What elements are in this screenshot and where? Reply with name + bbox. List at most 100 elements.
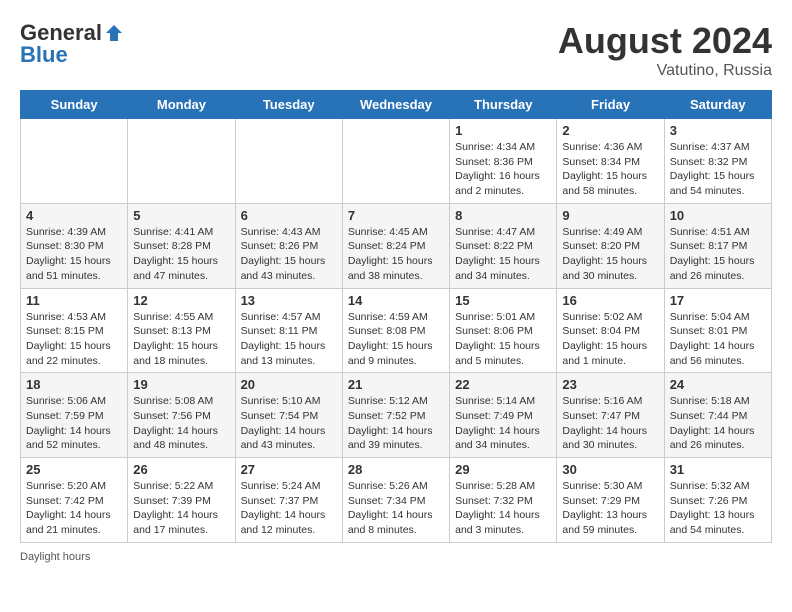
calendar-cell: 3 Sunrise: 4:37 AM Sunset: 8:32 PM Daylig… <box>664 119 771 204</box>
day-info: Sunrise: 4:37 AM Sunset: 8:32 PM Dayligh… <box>670 140 766 199</box>
day-number: 14 <box>348 293 444 308</box>
calendar-cell: 14 Sunrise: 4:59 AM Sunset: 8:08 PM Dayli… <box>342 288 449 373</box>
day-info: Sunrise: 5:26 AM Sunset: 7:34 PM Dayligh… <box>348 479 444 538</box>
day-number: 12 <box>133 293 229 308</box>
main-title: August 2024 <box>558 20 772 62</box>
calendar-table: SundayMondayTuesdayWednesdayThursdayFrid… <box>20 90 772 543</box>
day-info: Sunrise: 4:53 AM Sunset: 8:15 PM Dayligh… <box>26 310 122 369</box>
calendar-week-5: 25Sunrise: 5:20 AM Sunset: 7:42 PM Dayli… <box>21 458 772 543</box>
day-number: 26 <box>133 462 229 477</box>
day-info: Sunrise: 4:47 AM Sunset: 8:22 PM Dayligh… <box>455 225 551 284</box>
day-info: Sunrise: 4:45 AM Sunset: 8:24 PM Dayligh… <box>348 225 444 284</box>
day-number: 23 <box>562 377 658 392</box>
calendar-cell: 8 Sunrise: 4:47 AM Sunset: 8:22 PM Daylig… <box>450 203 557 288</box>
day-info: Sunrise: 4:39 AM Sunset: 8:30 PM Dayligh… <box>26 225 122 284</box>
day-number: 17 <box>670 293 766 308</box>
calendar-cell: 23 Sunrise: 5:16 AM Sunset: 7:47 PM Dayli… <box>557 373 664 458</box>
day-info: Sunrise: 5:24 AM Sunset: 7:37 PM Dayligh… <box>241 479 337 538</box>
day-number: 4 <box>26 208 122 223</box>
calendar-cell: 19Sunrise: 5:08 AM Sunset: 7:56 PM Dayli… <box>128 373 235 458</box>
calendar-header-monday: Monday <box>128 91 235 119</box>
day-info: Sunrise: 5:01 AM Sunset: 8:06 PM Dayligh… <box>455 310 551 369</box>
calendar-cell: 7 Sunrise: 4:45 AM Sunset: 8:24 PM Daylig… <box>342 203 449 288</box>
day-number: 7 <box>348 208 444 223</box>
day-info: Sunrise: 5:14 AM Sunset: 7:49 PM Dayligh… <box>455 394 551 453</box>
day-number: 30 <box>562 462 658 477</box>
calendar-cell: 4 Sunrise: 4:39 AM Sunset: 8:30 PM Daylig… <box>21 203 128 288</box>
day-number: 1 <box>455 123 551 138</box>
day-number: 6 <box>241 208 337 223</box>
calendar-header-sunday: Sunday <box>21 91 128 119</box>
calendar-cell: 13 Sunrise: 4:57 AM Sunset: 8:11 PM Dayli… <box>235 288 342 373</box>
day-number: 27 <box>241 462 337 477</box>
calendar-header-thursday: Thursday <box>450 91 557 119</box>
day-number: 22 <box>455 377 551 392</box>
day-number: 13 <box>241 293 337 308</box>
calendar-header-tuesday: Tuesday <box>235 91 342 119</box>
day-info: Sunrise: 5:06 AM Sunset: 7:59 PM Dayligh… <box>26 394 122 453</box>
day-number: 2 <box>562 123 658 138</box>
day-info: Sunrise: 4:43 AM Sunset: 8:26 PM Dayligh… <box>241 225 337 284</box>
calendar-cell: 20 Sunrise: 5:10 AM Sunset: 7:54 PM Dayli… <box>235 373 342 458</box>
day-info: Sunrise: 4:57 AM Sunset: 8:11 PM Dayligh… <box>241 310 337 369</box>
day-info: Sunrise: 5:28 AM Sunset: 7:32 PM Dayligh… <box>455 479 551 538</box>
calendar-cell: 28Sunrise: 5:26 AM Sunset: 7:34 PM Dayli… <box>342 458 449 543</box>
calendar-cell: 30Sunrise: 5:30 AM Sunset: 7:29 PM Dayli… <box>557 458 664 543</box>
day-info: Sunrise: 5:12 AM Sunset: 7:52 PM Dayligh… <box>348 394 444 453</box>
day-info: Sunrise: 4:55 AM Sunset: 8:13 PM Dayligh… <box>133 310 229 369</box>
calendar-cell: 25Sunrise: 5:20 AM Sunset: 7:42 PM Dayli… <box>21 458 128 543</box>
calendar-week-3: 11 Sunrise: 4:53 AM Sunset: 8:15 PM Dayli… <box>21 288 772 373</box>
calendar-header-row: SundayMondayTuesdayWednesdayThursdayFrid… <box>21 91 772 119</box>
day-number: 18 <box>26 377 122 392</box>
calendar-cell: 18 Sunrise: 5:06 AM Sunset: 7:59 PM Dayli… <box>21 373 128 458</box>
calendar-week-4: 18 Sunrise: 5:06 AM Sunset: 7:59 PM Dayli… <box>21 373 772 458</box>
calendar-cell <box>342 119 449 204</box>
day-number: 21 <box>348 377 444 392</box>
calendar-cell: 17 Sunrise: 5:04 AM Sunset: 8:01 PM Dayli… <box>664 288 771 373</box>
day-number: 19 <box>133 377 229 392</box>
calendar-cell: 9Sunrise: 4:49 AM Sunset: 8:20 PM Daylig… <box>557 203 664 288</box>
subtitle: Vatutino, Russia <box>558 62 772 80</box>
day-number: 24 <box>670 377 766 392</box>
day-number: 3 <box>670 123 766 138</box>
logo-icon <box>104 23 124 43</box>
calendar-week-1: 1 Sunrise: 4:34 AM Sunset: 8:36 PM Daylig… <box>21 119 772 204</box>
day-info: Sunrise: 4:49 AM Sunset: 8:20 PM Dayligh… <box>562 225 658 284</box>
day-info: Sunrise: 4:59 AM Sunset: 8:08 PM Dayligh… <box>348 310 444 369</box>
day-number: 15 <box>455 293 551 308</box>
day-number: 20 <box>241 377 337 392</box>
day-info: Sunrise: 5:16 AM Sunset: 7:47 PM Dayligh… <box>562 394 658 453</box>
calendar-header-friday: Friday <box>557 91 664 119</box>
day-info: Sunrise: 4:34 AM Sunset: 8:36 PM Dayligh… <box>455 140 551 199</box>
logo: General Blue <box>20 20 124 68</box>
calendar-cell: 6 Sunrise: 4:43 AM Sunset: 8:26 PM Daylig… <box>235 203 342 288</box>
day-number: 11 <box>26 293 122 308</box>
calendar-cell <box>128 119 235 204</box>
calendar-cell <box>21 119 128 204</box>
day-info: Sunrise: 5:10 AM Sunset: 7:54 PM Dayligh… <box>241 394 337 453</box>
calendar-cell: 1 Sunrise: 4:34 AM Sunset: 8:36 PM Daylig… <box>450 119 557 204</box>
calendar-cell: 10 Sunrise: 4:51 AM Sunset: 8:17 PM Dayli… <box>664 203 771 288</box>
day-number: 8 <box>455 208 551 223</box>
day-info: Sunrise: 5:32 AM Sunset: 7:26 PM Dayligh… <box>670 479 766 538</box>
calendar-cell: 31 Sunrise: 5:32 AM Sunset: 7:26 PM Dayli… <box>664 458 771 543</box>
calendar-header-saturday: Saturday <box>664 91 771 119</box>
calendar-cell: 24 Sunrise: 5:18 AM Sunset: 7:44 PM Dayli… <box>664 373 771 458</box>
day-info: Sunrise: 5:18 AM Sunset: 7:44 PM Dayligh… <box>670 394 766 453</box>
day-info: Sunrise: 4:41 AM Sunset: 8:28 PM Dayligh… <box>133 225 229 284</box>
calendar-header-wednesday: Wednesday <box>342 91 449 119</box>
day-number: 31 <box>670 462 766 477</box>
calendar-cell: 22 Sunrise: 5:14 AM Sunset: 7:49 PM Dayli… <box>450 373 557 458</box>
day-number: 29 <box>455 462 551 477</box>
day-number: 10 <box>670 208 766 223</box>
calendar-cell: 2Sunrise: 4:36 AM Sunset: 8:34 PM Daylig… <box>557 119 664 204</box>
footer-note: Daylight hours <box>20 551 772 563</box>
calendar-cell: 26 Sunrise: 5:22 AM Sunset: 7:39 PM Dayli… <box>128 458 235 543</box>
day-info: Sunrise: 5:04 AM Sunset: 8:01 PM Dayligh… <box>670 310 766 369</box>
day-info: Sunrise: 4:51 AM Sunset: 8:17 PM Dayligh… <box>670 225 766 284</box>
logo-text-blue: Blue <box>20 42 68 68</box>
calendar-cell: 11 Sunrise: 4:53 AM Sunset: 8:15 PM Dayli… <box>21 288 128 373</box>
day-info: Sunrise: 5:22 AM Sunset: 7:39 PM Dayligh… <box>133 479 229 538</box>
calendar-cell: 21 Sunrise: 5:12 AM Sunset: 7:52 PM Dayli… <box>342 373 449 458</box>
title-block: August 2024 Vatutino, Russia <box>558 20 772 80</box>
